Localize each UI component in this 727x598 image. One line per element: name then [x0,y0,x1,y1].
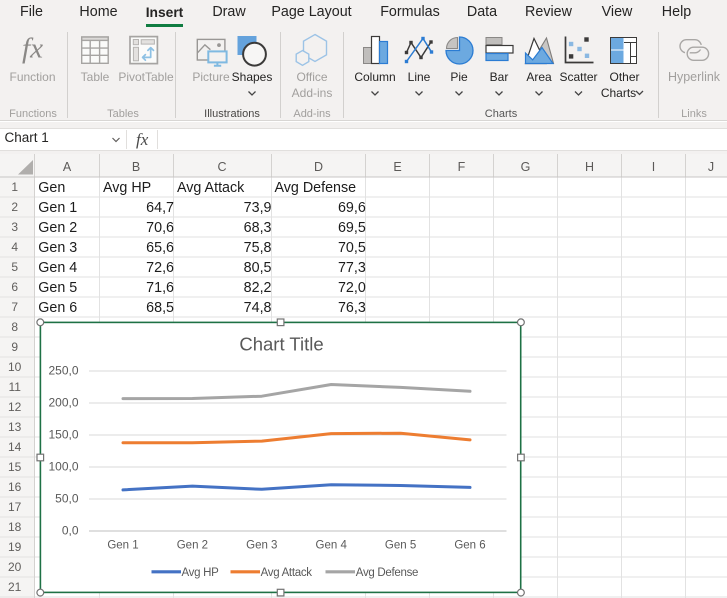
svg-text:100,0: 100,0 [48,460,78,474]
svg-text:50,0: 50,0 [55,492,79,506]
svg-text:Gen 4: Gen 4 [316,540,348,552]
svg-text:250,0: 250,0 [48,364,78,378]
svg-text:Gen 2: Gen 2 [177,540,208,552]
svg-text:200,0: 200,0 [48,396,78,410]
svg-text:Chart Title: Chart Title [239,334,323,355]
svg-text:fx: fx [22,33,43,65]
svg-text:Avg Defense: Avg Defense [356,567,418,579]
svg-text:Avg HP: Avg HP [182,567,220,579]
svg-text:150,0: 150,0 [48,428,78,442]
svg-text:Gen 1: Gen 1 [107,540,138,552]
svg-text:Gen 5: Gen 5 [385,540,416,552]
svg-text:Avg Attack: Avg Attack [261,567,313,579]
svg-text:Gen 6: Gen 6 [454,540,485,552]
svg-text:0,0: 0,0 [62,524,79,538]
svg-text:Gen 3: Gen 3 [246,540,277,552]
